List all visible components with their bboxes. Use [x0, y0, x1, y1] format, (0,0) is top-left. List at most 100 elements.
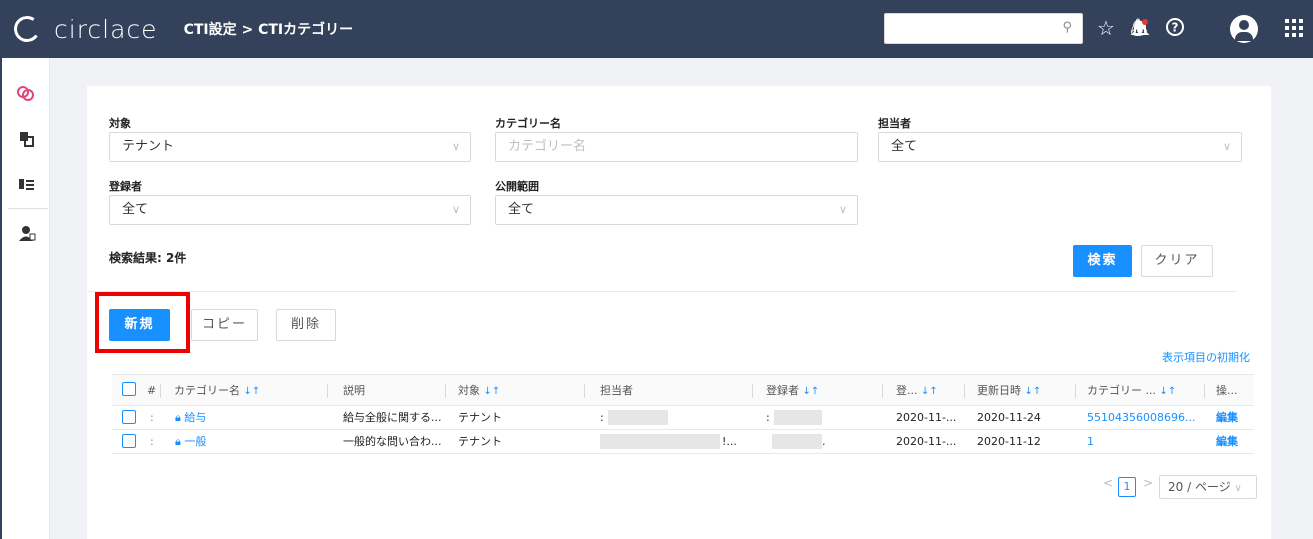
registrant-select-value: 全て — [122, 202, 149, 217]
avatar-icon[interactable] — [1230, 15, 1258, 43]
help-icon[interactable]: ? — [1165, 17, 1185, 37]
target-cell: テナント — [458, 435, 502, 448]
prev-page-button[interactable]: < — [1103, 476, 1113, 490]
col-separator — [964, 384, 965, 398]
category-name-input[interactable] — [508, 139, 823, 154]
current-page[interactable]: 1 — [1118, 477, 1136, 497]
chevron-down-icon: ∨ — [838, 203, 847, 216]
registrant-cell: : — [766, 411, 770, 424]
chevron-down-icon: ∨ — [451, 203, 460, 216]
col-updated[interactable]: 更新日時 ↓↑ — [977, 375, 1041, 406]
category-name-cell[interactable]: 🔒︎ 一般 — [175, 430, 206, 453]
agent-icon[interactable] — [17, 224, 37, 242]
col-separator — [1075, 384, 1076, 398]
col-category-name[interactable]: カテゴリー名 ↓↑ — [174, 375, 260, 406]
page-size-select[interactable]: 20 / ページ ∨ — [1159, 475, 1257, 499]
row-index: : — [150, 435, 154, 448]
redacted-block — [774, 410, 822, 425]
col-category-name-label: カテゴリー名 — [174, 384, 240, 397]
reset-columns-link[interactable]: 表示項目の初期化 — [1162, 349, 1250, 365]
next-page-button[interactable]: > — [1143, 476, 1153, 490]
scope-select-value: 全て — [508, 202, 535, 217]
link-icon[interactable] — [16, 84, 36, 102]
sort-icon[interactable]: ↓↑ — [1025, 386, 1042, 397]
copy-icon[interactable] — [18, 130, 36, 148]
col-target[interactable]: 対象 ↓↑ — [458, 375, 500, 406]
updated-cell: 2020-11-24 — [977, 411, 1041, 424]
sort-icon[interactable]: ↓↑ — [803, 386, 820, 397]
lock-icon: 🔒︎ — [175, 411, 181, 424]
category-id-link[interactable]: 1 — [1087, 430, 1094, 453]
table-row[interactable]: : 🔒︎ 給与 給与全般に関する... テナント : : 2020-11-...… — [112, 406, 1254, 430]
col-category-id-label: カテゴリー ... — [1087, 384, 1156, 397]
assignee-cell: !... — [722, 435, 737, 448]
assignee-cell: : — [600, 411, 604, 424]
category-name-field[interactable] — [495, 132, 858, 162]
assignee-label: 担当者 — [878, 117, 911, 130]
col-separator — [882, 384, 883, 398]
scope-select[interactable]: 全て ∨ — [495, 195, 858, 225]
breadcrumb: CTI設定 > CTIカテゴリー — [183, 22, 354, 38]
divider — [87, 291, 1237, 292]
registered-cell: 2020-11-... — [896, 411, 957, 424]
col-separator — [160, 384, 161, 398]
table-row[interactable]: : 🔒︎ 一般 一般的な問い合わ... テナント !... . 2020-11-… — [112, 430, 1254, 454]
sort-icon[interactable]: ↓↑ — [921, 386, 938, 397]
sidebar — [0, 58, 50, 539]
list-icon[interactable] — [18, 176, 36, 194]
copy-button[interactable]: コピー — [191, 309, 258, 341]
target-select[interactable]: テナント ∨ — [109, 132, 471, 162]
category-id-link[interactable]: 55104356008696... — [1087, 406, 1197, 429]
col-assignee: 担当者 — [600, 384, 633, 397]
description-cell: 給与全般に関する... — [343, 411, 442, 424]
logo-text: circlace — [54, 14, 158, 44]
new-button[interactable]: 新規 — [109, 309, 170, 341]
edit-link[interactable]: 編集 — [1216, 406, 1238, 429]
registrant-select[interactable]: 全て ∨ — [109, 195, 471, 225]
assignee-select-value: 全て — [891, 139, 918, 154]
col-registrant[interactable]: 登録者 ↓↑ — [766, 375, 819, 406]
apps-grid-icon[interactable] — [1285, 19, 1303, 37]
row-checkbox[interactable] — [122, 410, 136, 424]
global-search[interactable]: ⚲ — [884, 13, 1083, 44]
star-icon[interactable]: ☆ — [1097, 16, 1115, 40]
sort-icon[interactable]: ↓↑ — [1160, 386, 1177, 397]
col-category-id[interactable]: カテゴリー ... ↓↑ — [1087, 375, 1176, 406]
search-icon[interactable]: ⚲ — [1062, 20, 1072, 35]
global-search-input[interactable] — [885, 14, 1055, 43]
registrant-cell: . — [822, 435, 826, 448]
category-name-link[interactable]: 一般 — [184, 435, 206, 448]
category-name-cell[interactable]: 🔒︎ 給与 — [175, 406, 206, 429]
target-label: 対象 — [109, 117, 131, 130]
lock-icon: 🔒︎ — [175, 435, 181, 448]
svg-text:?: ? — [1172, 21, 1179, 35]
search-button[interactable]: 検索 — [1073, 245, 1132, 277]
description-cell: 一般的な問い合わ... — [343, 435, 442, 448]
logo-icon — [11, 13, 43, 45]
sort-icon[interactable]: ↓↑ — [484, 386, 501, 397]
delete-button[interactable]: 削除 — [276, 309, 336, 341]
category-name-link[interactable]: 給与 — [184, 411, 206, 424]
col-registrant-label: 登録者 — [766, 384, 799, 397]
page-size-value: 20 / ページ — [1168, 480, 1231, 494]
edit-link[interactable]: 編集 — [1216, 430, 1238, 453]
notification-bell-icon[interactable] — [1130, 18, 1150, 38]
col-registered[interactable]: 登... ↓↑ — [896, 375, 938, 406]
assignee-select[interactable]: 全て ∨ — [878, 132, 1242, 162]
target-select-value: テナント — [122, 139, 175, 154]
select-all-checkbox[interactable] — [122, 382, 136, 396]
clear-button[interactable]: クリア — [1141, 245, 1213, 277]
redacted-block — [608, 410, 668, 425]
col-separator — [445, 384, 446, 398]
sort-icon[interactable]: ↓↑ — [244, 386, 261, 397]
redacted-block — [600, 434, 720, 449]
top-bar: circlace CTI設定 > CTIカテゴリー ⚲ ☆ 🕭 ? — [0, 0, 1313, 58]
col-separator — [1204, 384, 1205, 398]
scope-label: 公開範囲 — [495, 180, 539, 193]
row-checkbox[interactable] — [122, 434, 136, 448]
target-cell: テナント — [458, 411, 502, 424]
col-registered-label: 登... — [896, 384, 918, 397]
registered-cell: 2020-11-... — [896, 435, 957, 448]
col-separator — [752, 384, 753, 398]
main-panel: 対象 テナント ∨ カテゴリー名 担当者 全て ∨ 登録者 全て ∨ 公開範囲 … — [87, 86, 1271, 539]
